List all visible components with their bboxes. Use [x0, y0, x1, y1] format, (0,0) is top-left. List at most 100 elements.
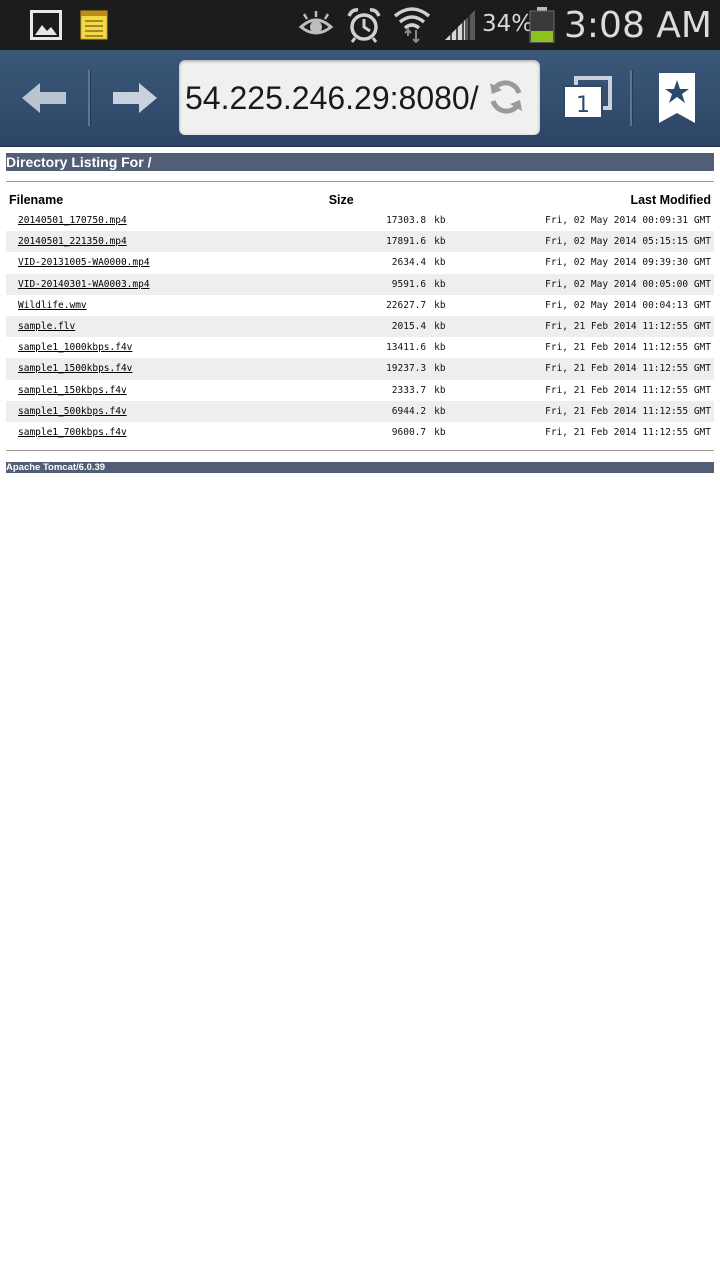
file-link[interactable]: sample.flv [18, 321, 75, 332]
table-row: 20140501_170750.mp4 17303.8 kb Fri, 02 May … [6, 210, 714, 232]
gallery-icon [28, 0, 64, 50]
file-name-cell: VID-20140301-WA0003.mp4 [6, 273, 224, 295]
table-row: Wildlife.wmv 22627.7 kb Fri, 02 May 2014 00… [6, 294, 714, 316]
file-last-modified: Fri, 21 Feb 2014 11:12:55 GMT [459, 400, 714, 422]
file-size: 2333.7 [223, 379, 427, 401]
file-size: 17891.6 [223, 231, 427, 253]
tabs-button[interactable]: 1 [552, 50, 620, 146]
table-header-row: Filename Size Last Modified [6, 190, 714, 210]
page-title: Directory Listing For / [6, 153, 714, 171]
file-last-modified: Fri, 02 May 2014 00:09:31 GMT [459, 210, 714, 232]
file-last-modified: Fri, 21 Feb 2014 11:12:55 GMT [459, 379, 714, 401]
signal-icon [442, 0, 478, 50]
table-row: sample1_700kbps.f4v 9600.7 kb Fri, 21 Feb 2… [6, 421, 714, 444]
file-link[interactable]: sample1_1500kbps.f4v [18, 363, 132, 374]
file-name-cell: Wildlife.wmv [6, 294, 224, 316]
file-size-unit: kb [426, 379, 460, 401]
file-last-modified: Fri, 02 May 2014 05:15:15 GMT [459, 231, 714, 253]
forward-arrow-icon [113, 83, 157, 113]
file-last-modified: Fri, 21 Feb 2014 11:12:55 GMT [459, 421, 714, 444]
file-size-unit: kb [426, 252, 460, 274]
table-row: sample1_1500kbps.f4v 19237.3 kb Fri, 21 Feb… [6, 358, 714, 380]
file-name-cell: VID-20131005-WA0000.mp4 [6, 252, 224, 274]
table-row: sample.flv 2015.4 kb Fri, 21 Feb 2014 11:12… [6, 315, 714, 338]
file-last-modified: Fri, 21 Feb 2014 11:12:55 GMT [459, 358, 714, 380]
file-size-unit: kb [426, 315, 460, 338]
clock: 3:08 AM [564, 5, 712, 46]
browser-toolbar: 54.225.246.29:8080/ 1 [0, 50, 720, 147]
file-size-unit: kb [426, 231, 460, 253]
file-size: 9600.7 [223, 421, 427, 444]
file-size-unit: kb [426, 400, 460, 422]
file-size-unit: kb [426, 421, 460, 444]
server-footer: Apache Tomcat/6.0.39 [6, 462, 714, 474]
file-name-cell: 20140501_221350.mp4 [6, 231, 224, 253]
bookmark-button[interactable] [642, 50, 712, 146]
file-size-unit: kb [426, 294, 460, 316]
forward-button[interactable] [100, 50, 170, 146]
wifi-icon [392, 0, 432, 50]
file-table: Filename Size Last Modified 20140501_170… [6, 190, 714, 444]
file-link[interactable]: sample1_700kbps.f4v [18, 427, 127, 438]
file-link[interactable]: 20140501_221350.mp4 [18, 236, 127, 247]
table-row: sample1_500kbps.f4v 6944.2 kb Fri, 21 Feb 2… [6, 400, 714, 422]
table-row: VID-20131005-WA0000.mp4 2634.4 kb Fri, 02 M… [6, 252, 714, 274]
battery-icon [528, 0, 556, 50]
file-size: 13411.6 [223, 337, 427, 359]
url-text[interactable]: 54.225.246.29:8080/ [185, 60, 479, 135]
file-link[interactable]: VID-20131005-WA0000.mp4 [18, 257, 150, 268]
back-arrow-icon [22, 83, 66, 113]
filename-header: Filename [9, 193, 64, 207]
file-link[interactable]: sample1_1000kbps.f4v [18, 342, 132, 353]
back-button[interactable] [10, 50, 78, 146]
file-rows: 20140501_170750.mp4 17303.8 kb Fri, 02 May … [6, 210, 714, 444]
table-row: 20140501_221350.mp4 17891.6 kb Fri, 02 May … [6, 231, 714, 253]
file-size: 22627.7 [223, 294, 427, 316]
file-last-modified: Fri, 02 May 2014 00:04:13 GMT [459, 294, 714, 316]
smart-stay-eye-icon [296, 0, 336, 50]
divider [6, 181, 714, 182]
file-size-unit: kb [426, 358, 460, 380]
table-row: sample1_1000kbps.f4v 13411.6 kb Fri, 21 Feb… [6, 337, 714, 359]
bookmark-icon [659, 73, 695, 123]
table-row: VID-20140301-WA0003.mp4 9591.6 kb Fri, 02 M… [6, 273, 714, 295]
file-size-unit: kb [426, 337, 460, 359]
file-name-cell: sample1_1000kbps.f4v [6, 337, 224, 359]
file-last-modified: Fri, 21 Feb 2014 11:12:55 GMT [459, 337, 714, 359]
toolbar-divider [630, 70, 632, 126]
file-size: 6944.2 [223, 400, 427, 422]
reload-button[interactable] [486, 77, 526, 117]
last-modified-header: Last Modified [630, 193, 711, 207]
file-link[interactable]: sample1_500kbps.f4v [18, 406, 127, 417]
file-link[interactable]: sample1_150kbps.f4v [18, 385, 127, 396]
file-size: 19237.3 [223, 358, 427, 380]
divider [6, 450, 714, 452]
tab-count: 1 [576, 93, 590, 118]
toolbar-divider [88, 70, 90, 126]
file-name-cell: 20140501_170750.mp4 [6, 210, 224, 232]
address-bar[interactable]: 54.225.246.29:8080/ [179, 60, 540, 135]
file-size: 2634.4 [223, 252, 427, 274]
size-header: Size [328, 193, 354, 207]
status-bar: 34% 3:08 AM [0, 0, 720, 50]
file-link[interactable]: VID-20140301-WA0003.mp4 [18, 279, 150, 290]
file-size: 9591.6 [223, 273, 427, 295]
file-last-modified: Fri, 02 May 2014 09:39:30 GMT [459, 252, 714, 274]
file-link[interactable]: 20140501_170750.mp4 [18, 215, 127, 226]
file-link[interactable]: Wildlife.wmv [18, 300, 87, 311]
file-name-cell: sample1_150kbps.f4v [6, 379, 224, 401]
file-last-modified: Fri, 21 Feb 2014 11:12:55 GMT [459, 315, 714, 338]
file-size-unit: kb [426, 210, 460, 232]
file-name-cell: sample.flv [6, 315, 224, 338]
directory-listing-page: Directory Listing For / Filename Size La… [6, 146, 714, 474]
battery-percent: 34% [482, 11, 534, 37]
table-row: sample1_150kbps.f4v 2333.7 kb Fri, 21 Feb 2… [6, 379, 714, 401]
alarm-icon [344, 0, 384, 50]
file-name-cell: sample1_700kbps.f4v [6, 421, 224, 444]
file-size: 2015.4 [223, 315, 427, 338]
file-size-unit: kb [426, 273, 460, 295]
file-last-modified: Fri, 02 May 2014 00:05:00 GMT [459, 273, 714, 295]
memo-icon [78, 0, 110, 50]
file-name-cell: sample1_500kbps.f4v [6, 400, 224, 422]
tabs-icon: 1 [563, 76, 612, 119]
